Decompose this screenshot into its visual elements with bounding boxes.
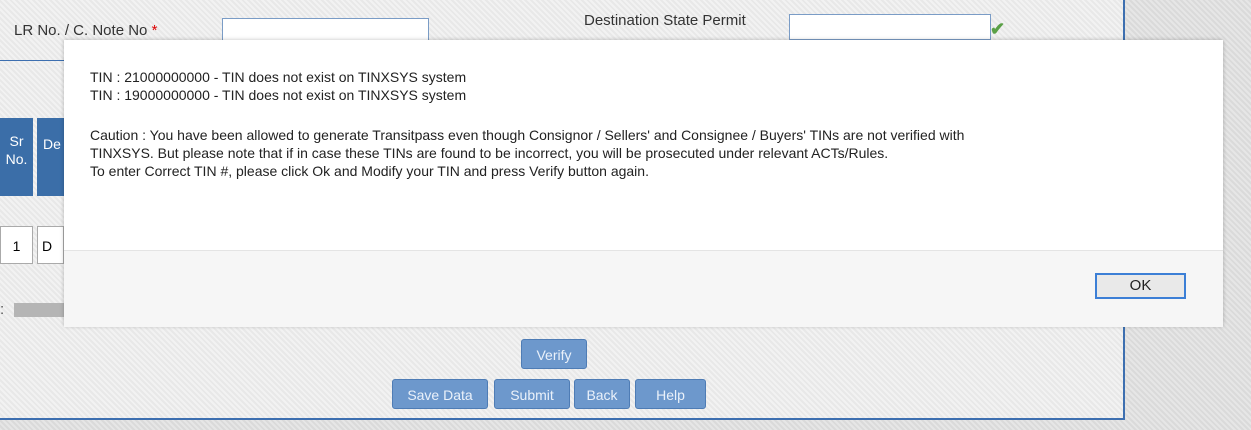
check-icon: ✔ (990, 19, 1006, 39)
dialog-body: TIN : 21000000000 - TIN does not exist o… (64, 40, 1223, 250)
verify-button[interactable]: Verify (521, 339, 587, 369)
caution-line-2: TINXSYS. But please note that if in case… (90, 145, 889, 161)
caution-line-3: To enter Correct TIN #, please click Ok … (90, 163, 649, 179)
help-button[interactable]: Help (635, 379, 706, 409)
ok-button[interactable]: OK (1095, 273, 1186, 299)
destination-permit-input[interactable] (789, 14, 991, 40)
table-cell-sr: 1 (0, 226, 33, 264)
caution-line-1: Caution : You have been allowed to gener… (90, 127, 965, 143)
alert-dialog: TIN : 21000000000 - TIN does not exist o… (64, 40, 1223, 327)
field-colon: : (0, 301, 5, 318)
dialog-footer: OK (64, 250, 1223, 327)
progress-bar (14, 303, 64, 317)
back-button[interactable]: Back (574, 379, 630, 409)
tin-error-2: TIN : 19000000000 - TIN does not exist o… (90, 87, 467, 103)
destination-permit-label: Destination State Permit (584, 12, 746, 29)
caution-message: Caution : You have been allowed to gener… (90, 126, 1200, 180)
table-header-sr: Sr No. (0, 118, 33, 196)
lr-number-label: LR No. / C. Note No * (14, 22, 158, 39)
required-mark: * (151, 22, 158, 39)
tin-error-1: TIN : 21000000000 - TIN does not exist o… (90, 69, 467, 85)
table-header-description: De (37, 118, 64, 196)
submit-button[interactable]: Submit (494, 379, 570, 409)
save-data-button[interactable]: Save Data (392, 379, 488, 409)
table-cell-description[interactable]: D (37, 226, 64, 264)
